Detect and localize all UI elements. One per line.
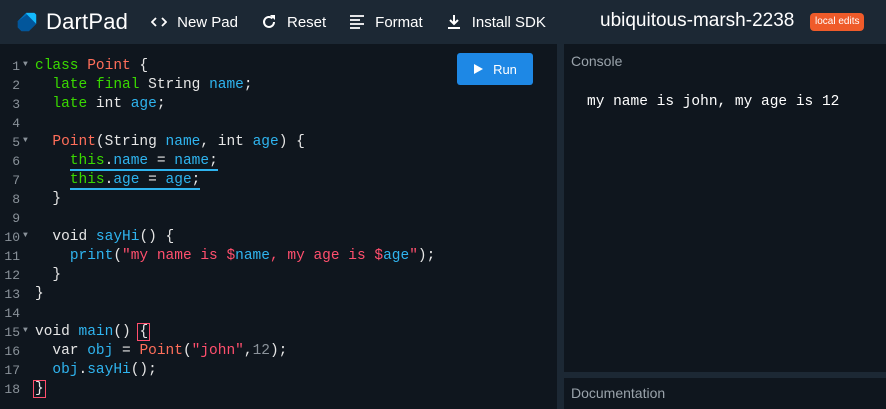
code-editor[interactable]: 1 ▼ class Point { 2 late final String name… <box>0 44 557 409</box>
line-number: 12 <box>4 268 20 283</box>
code-text[interactable]: obj.sayHi(); <box>35 361 156 380</box>
local-edits-badge: local edits <box>810 13 865 31</box>
run-button[interactable]: Run <box>457 53 533 85</box>
download-icon <box>445 13 463 31</box>
code-line: 18} <box>0 380 557 399</box>
format-button[interactable]: Format <box>348 13 423 31</box>
code-line: 10 ▼ void sayHi() { <box>0 228 557 247</box>
line-number: 13 <box>4 287 20 302</box>
code-line: 4 <box>0 114 557 133</box>
code-line: 17 obj.sayHi(); <box>0 361 557 380</box>
line-number: 14 <box>4 306 20 321</box>
line-number: 16 <box>4 344 20 359</box>
code-line: 16 var obj = Point("john",12); <box>0 342 557 361</box>
install-sdk-button[interactable]: Install SDK <box>445 13 546 31</box>
code-text[interactable]: print("my name is $name, my age is $age"… <box>35 247 436 266</box>
code-line: 3 late int age; <box>0 95 557 114</box>
documentation-title: Documentation <box>571 385 666 401</box>
run-label: Run <box>493 61 517 77</box>
line-number: 9 <box>12 211 20 226</box>
line-number: 3 <box>12 97 20 112</box>
code-line: 14 <box>0 304 557 323</box>
code-line: 9 <box>0 209 557 228</box>
console-output: my name is john, my age is 12 <box>587 94 840 110</box>
code-line: 7 this.age = age; <box>0 171 557 190</box>
code-lines[interactable]: 1 ▼ class Point { 2 late final String name… <box>0 57 557 399</box>
code-line: 12 } <box>0 266 557 285</box>
line-number: 7 <box>12 173 20 188</box>
code-text[interactable]: var obj = Point("john",12); <box>35 342 287 361</box>
code-text[interactable]: } <box>33 380 46 399</box>
app-header: DartPad New Pad Reset Format Install SDK… <box>0 0 886 44</box>
code-text[interactable]: void sayHi() { <box>35 228 174 247</box>
code-text[interactable]: } <box>35 285 44 304</box>
vertical-splitter[interactable] <box>557 44 564 409</box>
new-pad-label: New Pad <box>177 13 238 31</box>
console-panel: Console my name is john, my age is 12 <box>564 44 886 372</box>
line-number: 5 <box>12 135 20 150</box>
code-text[interactable]: late int age; <box>35 95 165 114</box>
code-brackets-icon <box>150 13 168 31</box>
fold-arrow-icon[interactable]: ▼ <box>23 131 28 150</box>
format-label: Format <box>375 13 423 31</box>
documentation-panel[interactable]: Documentation <box>564 378 886 409</box>
new-pad-button[interactable]: New Pad <box>150 13 238 31</box>
console-title: Console <box>571 53 623 69</box>
code-text[interactable]: void main() { <box>35 323 151 342</box>
code-line: 11 print("my name is $name, my age is $a… <box>0 247 557 266</box>
play-icon <box>473 64 484 74</box>
code-line: 8 } <box>0 190 557 209</box>
line-number: 1 <box>12 59 20 74</box>
line-number: 17 <box>4 363 20 378</box>
app-name: DartPad <box>46 9 129 34</box>
code-text[interactable]: this.name = name; <box>35 152 218 171</box>
code-text[interactable]: } <box>35 190 61 209</box>
line-number: 10 <box>4 230 20 245</box>
dart-logo-icon <box>17 12 37 32</box>
line-number: 11 <box>4 249 20 264</box>
line-number: 6 <box>12 154 20 169</box>
reset-button[interactable]: Reset <box>260 13 326 31</box>
fold-arrow-icon[interactable]: ▼ <box>23 55 28 74</box>
code-line: 13} <box>0 285 557 304</box>
fold-arrow-icon[interactable]: ▼ <box>23 226 28 245</box>
line-number: 15 <box>4 325 20 340</box>
code-line: 6 this.name = name; <box>0 152 557 171</box>
gist-title[interactable]: ubiquitous-marsh-2238 <box>600 10 794 32</box>
code-text[interactable]: Point(String name, int age) { <box>35 133 304 152</box>
code-text[interactable]: class Point { <box>35 57 148 76</box>
line-number: 8 <box>12 192 20 207</box>
code-text[interactable]: late final String name; <box>35 76 252 95</box>
reset-label: Reset <box>286 13 327 31</box>
line-number: 18 <box>4 382 20 397</box>
code-text[interactable]: this.age = age; <box>35 171 201 190</box>
install-sdk-label: Install SDK <box>471 13 546 31</box>
line-number: 2 <box>12 78 20 93</box>
line-number: 4 <box>12 116 20 131</box>
code-text[interactable]: } <box>35 266 61 285</box>
code-line: 5 ▼ Point(String name, int age) { <box>0 133 557 152</box>
refresh-icon <box>260 13 278 31</box>
fold-arrow-icon[interactable]: ▼ <box>23 321 28 340</box>
code-line: 15 ▼ void main() { <box>0 323 557 342</box>
logo[interactable]: DartPad <box>16 9 128 35</box>
align-lines-icon <box>348 13 366 31</box>
